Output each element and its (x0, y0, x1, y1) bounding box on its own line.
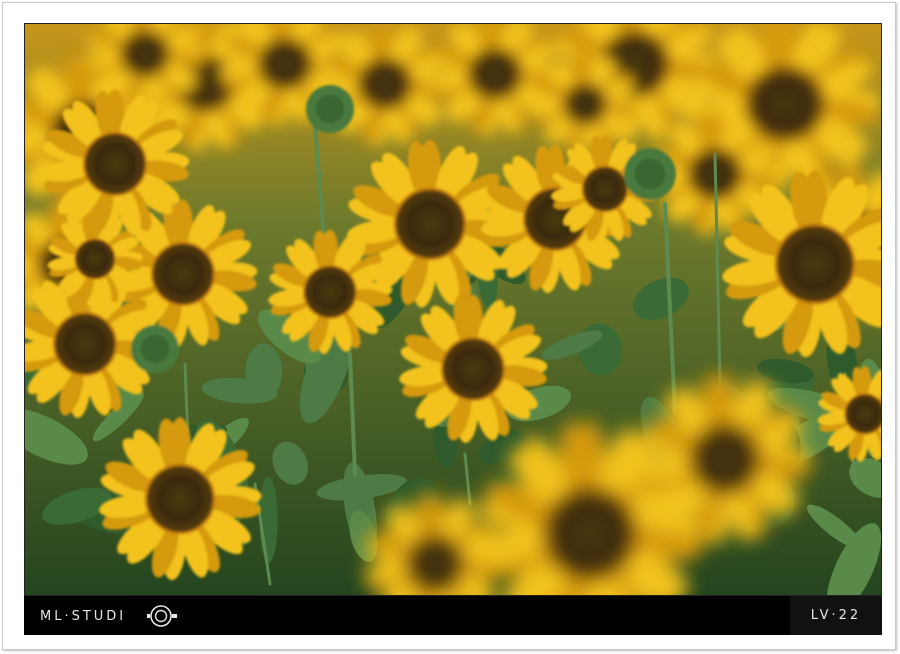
camera-lens-o-icon (147, 605, 177, 627)
bud-core (315, 94, 345, 124)
bud-core (140, 334, 170, 364)
caption-bar: ML·STUDI LV·22 (24, 596, 882, 635)
brand-label: ML·STUDI (40, 608, 127, 624)
sunflower-field-image (25, 24, 881, 595)
bud-core (634, 158, 666, 190)
level-badge: LV·22 (790, 596, 882, 635)
sunflower-photo (24, 23, 882, 596)
print-frame: ML·STUDI LV·22 (2, 2, 896, 650)
